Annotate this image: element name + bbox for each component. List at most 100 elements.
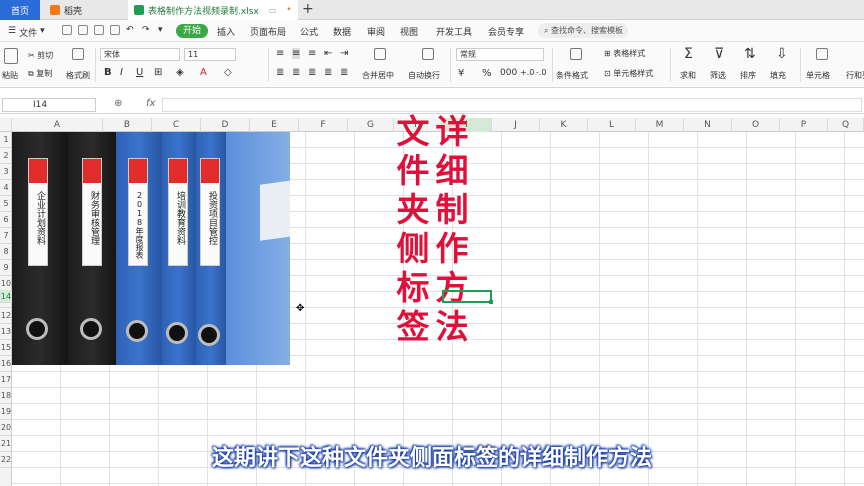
wrap-icon[interactable] (422, 48, 434, 60)
copy-button[interactable]: ⧉ 复制 (28, 68, 52, 79)
fill-icon[interactable]: ⇩ (776, 46, 788, 62)
tab-formula[interactable]: 公式 (300, 25, 318, 38)
column-header-a[interactable]: A (12, 118, 103, 132)
fill-color-icon[interactable]: ◈ (176, 67, 184, 78)
format-painter-button[interactable]: 格式刷 (66, 70, 90, 81)
merge-icon[interactable] (374, 48, 386, 60)
paste-button[interactable]: 粘贴 (2, 70, 18, 81)
column-header-d[interactable]: D (201, 118, 250, 132)
print-icon[interactable] (94, 25, 104, 35)
increase-decimal-icon[interactable]: +.0 (520, 68, 534, 77)
row-header[interactable]: 7 (0, 228, 12, 244)
undo-icon[interactable]: ↶ (126, 25, 134, 35)
brush-icon[interactable] (72, 48, 84, 60)
column-header-m[interactable]: M (636, 118, 684, 132)
fill-handle[interactable] (489, 300, 493, 304)
indent-icon[interactable]: ⇤ (324, 48, 332, 59)
tab-insert[interactable]: 插入 (217, 25, 235, 38)
formula-input[interactable] (162, 98, 862, 112)
preview-icon[interactable] (110, 25, 120, 35)
column-header-n[interactable]: N (684, 118, 732, 132)
conditional-format-button[interactable]: 条件格式 (556, 70, 588, 81)
column-header-o[interactable]: O (732, 118, 780, 132)
percent-icon[interactable]: % (482, 68, 492, 79)
tab-data[interactable]: 数据 (333, 25, 351, 38)
file-menu[interactable]: ☰ 文件 ▾ (8, 26, 45, 39)
active-cell-selection[interactable] (442, 290, 492, 303)
row-header[interactable]: 19 (0, 404, 12, 420)
select-all-corner[interactable] (0, 118, 12, 132)
tab-docer[interactable]: 稻壳 (44, 0, 128, 20)
monitor-icon[interactable]: ▭ (269, 6, 277, 15)
cut-button[interactable]: ✂ 剪切 (28, 50, 53, 61)
merge-center-button[interactable]: 合并居中 (362, 70, 394, 81)
row-header[interactable]: 2 (0, 148, 12, 164)
row-header[interactable]: 20 (0, 420, 12, 436)
row-header[interactable]: 3 (0, 164, 12, 180)
tab-workbook[interactable]: 表格制作方法视频录制.xlsx ▭ • (128, 0, 298, 20)
command-search[interactable]: ⌕ 查找命令、搜索模板 (538, 23, 628, 38)
table-style-button[interactable]: ⊞ 表格样式 (604, 48, 645, 59)
column-header-k[interactable]: K (540, 118, 588, 132)
wrap-text-button[interactable]: 自动换行 (408, 70, 440, 81)
function-icon[interactable]: fx (146, 98, 155, 109)
tab-review[interactable]: 审阅 (367, 25, 385, 38)
align-top-icon[interactable]: ≡ (276, 48, 284, 59)
outdent-icon[interactable]: ⇥ (340, 48, 348, 59)
align-bottom-icon[interactable]: ≡ (308, 48, 316, 59)
filter-icon[interactable]: ⊽ (714, 46, 724, 62)
thousands-icon[interactable]: 000 (500, 68, 517, 78)
binders-photo[interactable]: 企业计划资料 财务审核管理 2018年度报表 培训教育资料 投资项目管控 (12, 132, 290, 365)
sum-button[interactable]: 求和 (680, 70, 696, 81)
row-header-active[interactable]: 14 (0, 290, 12, 303)
tab-start[interactable]: 开始 (176, 24, 208, 38)
tab-home[interactable]: 首页 (0, 0, 40, 20)
column-header-p[interactable]: P (780, 118, 828, 132)
paste-icon[interactable] (4, 48, 18, 64)
row-header[interactable]: 4 (0, 180, 12, 196)
sort-icon[interactable]: ⇅ (744, 46, 756, 62)
border-icon[interactable]: ⊞ (154, 67, 162, 78)
row-header[interactable]: 16 (0, 356, 12, 372)
tab-view[interactable]: 视图 (400, 25, 418, 38)
tab-developer[interactable]: 开发工具 (436, 25, 472, 38)
cell-icon[interactable] (816, 48, 828, 60)
column-header-l[interactable]: L (588, 118, 636, 132)
row-header[interactable]: 12 (0, 308, 12, 324)
align-center-icon[interactable]: ≣ (292, 67, 300, 78)
row-header[interactable]: 1 (0, 132, 12, 148)
clear-icon[interactable]: ◇ (224, 67, 232, 78)
column-header-q[interactable]: Q (828, 118, 864, 132)
sort-button[interactable]: 排序 (740, 70, 756, 81)
bold-button[interactable]: B (104, 67, 112, 78)
column-header-f[interactable]: F (299, 118, 348, 132)
row-header[interactable]: 5 (0, 196, 12, 212)
row-col-button[interactable]: 行和列 (846, 70, 864, 81)
row-header[interactable]: 17 (0, 372, 12, 388)
justify-icon[interactable]: ≣ (324, 67, 332, 78)
sum-icon[interactable]: Σ (684, 46, 693, 62)
name-box[interactable]: I14 (2, 98, 96, 112)
zoom-icon[interactable]: ⊕ (114, 98, 122, 109)
distribute-icon[interactable]: ≣ (340, 67, 348, 78)
cell-style-button[interactable]: ⊡ 单元格样式 (604, 68, 653, 79)
row-header[interactable]: 8 (0, 244, 12, 260)
font-size-select[interactable]: 11 (184, 48, 236, 61)
more-icon[interactable]: ▾ (158, 25, 163, 35)
italic-button[interactable]: I (120, 67, 123, 78)
align-middle-icon[interactable]: ≡ (292, 48, 301, 59)
column-header-g[interactable]: G (348, 118, 394, 132)
redo-icon[interactable]: ↷ (142, 25, 150, 35)
tab-member[interactable]: 会员专享 (488, 25, 524, 38)
align-left-icon[interactable]: ≣ (276, 67, 284, 78)
column-header-c[interactable]: C (152, 118, 201, 132)
save-icon[interactable] (62, 25, 72, 35)
row-header[interactable]: 18 (0, 388, 12, 404)
align-right-icon[interactable]: ≣ (308, 67, 316, 78)
new-tab-button[interactable]: + (302, 1, 314, 17)
row-header[interactable]: 13 (0, 324, 12, 340)
column-header-e[interactable]: E (250, 118, 299, 132)
font-color-icon[interactable]: A (200, 67, 207, 78)
column-header-b[interactable]: B (103, 118, 152, 132)
fill-button[interactable]: 填充 (770, 70, 786, 81)
